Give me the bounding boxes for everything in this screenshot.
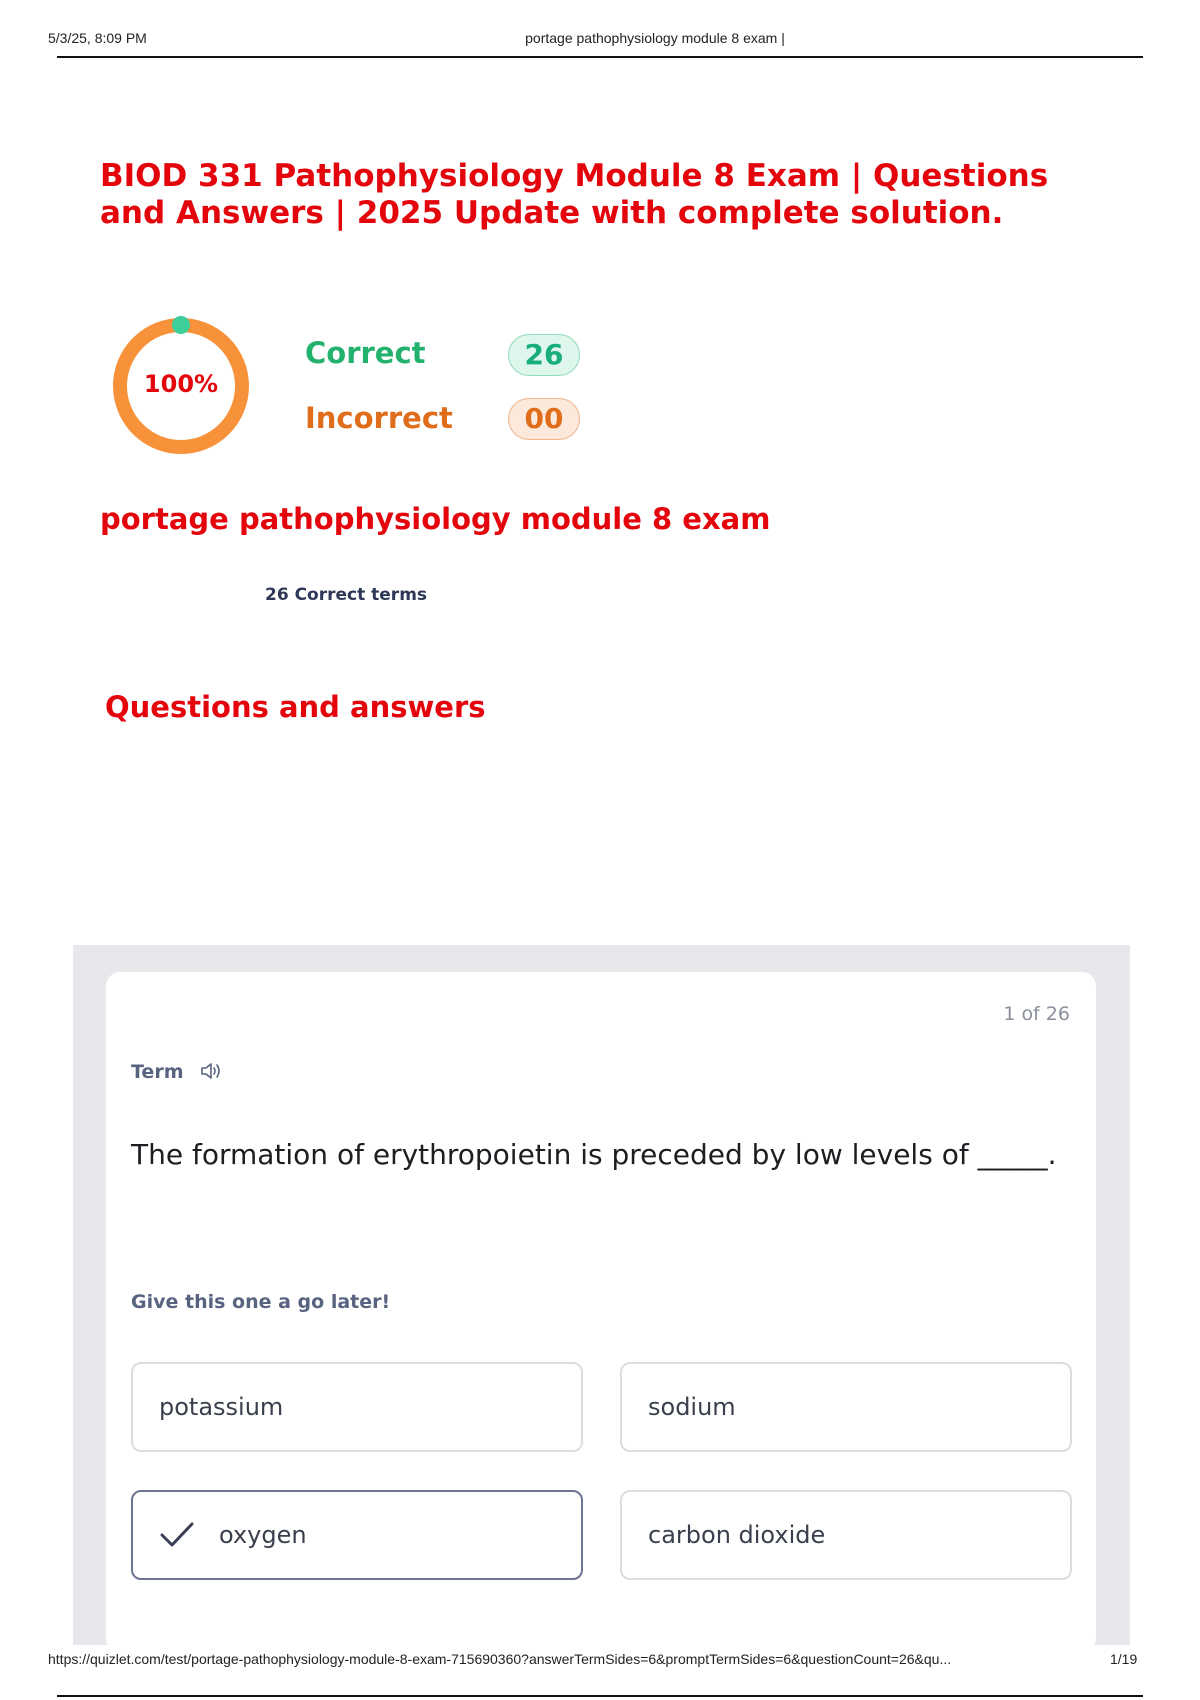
score-percent: 100% <box>143 370 219 398</box>
incorrect-count-badge: 00 <box>508 398 580 440</box>
score-marker <box>172 316 190 334</box>
checkmark-icon <box>160 1522 194 1547</box>
section-heading: Questions and answers <box>105 690 486 724</box>
answer-option-label: sodium <box>648 1393 736 1421</box>
header-divider <box>57 56 1143 58</box>
question-counter: 1 of 26 <box>1003 1003 1070 1025</box>
term-label: Term <box>131 1061 184 1083</box>
answer-option-carbon-dioxide[interactable]: carbon dioxide <box>620 1490 1072 1580</box>
terms-count: 26 Correct terms <box>265 585 428 605</box>
print-page-title: portage pathophysiology module 8 exam | <box>525 30 785 46</box>
answer-option-label: potassium <box>159 1393 284 1421</box>
answer-option-label: carbon dioxide <box>648 1521 826 1549</box>
incorrect-label: Incorrect <box>305 401 453 435</box>
footer-divider <box>57 1695 1143 1697</box>
print-url: https://quizlet.com/test/portage-pathoph… <box>48 1651 952 1667</box>
answer-option-oxygen[interactable]: oxygen <box>131 1490 583 1580</box>
set-title: portage pathophysiology module 8 exam <box>100 502 771 536</box>
correct-label: Correct <box>305 336 426 370</box>
correct-count-badge: 26 <box>508 334 580 376</box>
answer-option-label: oxygen <box>219 1521 307 1549</box>
question-text: The formation of erythropoietin is prece… <box>131 1138 1057 1171</box>
skip-hint[interactable]: Give this one a go later! <box>131 1291 390 1313</box>
print-page-number: 1/19 <box>1110 1651 1138 1667</box>
speaker-icon[interactable] <box>199 1060 223 1082</box>
answer-option-potassium[interactable]: potassium <box>131 1362 583 1452</box>
answer-option-sodium[interactable]: sodium <box>620 1362 1072 1452</box>
document-title: BIOD 331 Pathophysiology Module 8 Exam |… <box>100 158 1049 231</box>
